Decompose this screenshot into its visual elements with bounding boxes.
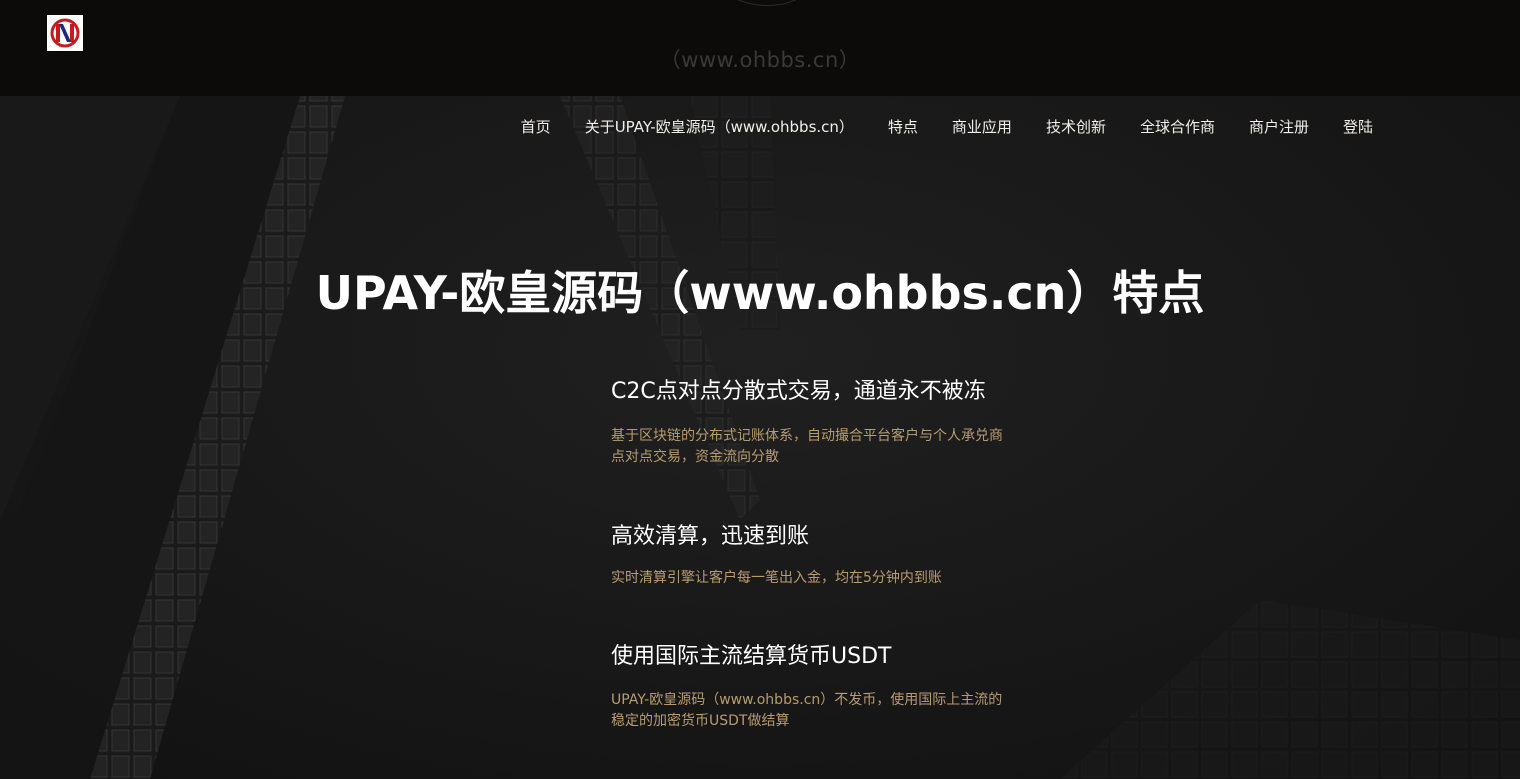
features-list: C2C点对点分散式交易，通道永不被冻 基于区块链的分布式记账体系，自动撮合平台客… [611,376,1016,732]
header-watermark: （www.ohbbs.cn） [659,48,861,72]
nav-item-partners[interactable]: 全球合作商 [1123,116,1232,137]
site-logo[interactable] [47,15,83,51]
feature-title: C2C点对点分散式交易，通道永不被冻 [611,379,986,404]
nav-item-home[interactable]: 首页 [504,116,568,137]
nav-item-login[interactable]: 登陆 [1326,116,1390,137]
feature-description: 实时清算引擎让客户每一笔出入金，均在5分钟内到账 [611,570,942,586]
feature-item: 使用国际主流结算货币USDT UPAY-欧皇源码（www.ohbbs.cn）不发… [611,641,1016,732]
nav-item-about[interactable]: 关于UPAY-欧皇源码（www.ohbbs.cn） [568,116,871,137]
nav-item-features[interactable]: 特点 [871,116,935,137]
nav-item-register[interactable]: 商户注册 [1232,116,1326,137]
top-header-bar: （www.ohbbs.cn） [0,0,1520,96]
main-nav: 首页 关于UPAY-欧皇源码（www.ohbbs.cn） 特点 商业应用 技术创… [504,116,1390,137]
feature-description: 基于区块链的分布式记账体系，自动撮合平台客户与个人承兑商点对点交易，资金流向分散 [611,428,1003,465]
decorative-arc [716,0,818,6]
feature-item: 高效清算，迅速到账 实时清算引擎让客户每一笔出入金，均在5分钟内到账 [611,521,1016,589]
logo-icon [47,15,83,51]
feature-title: 使用国际主流结算货币USDT [611,644,892,669]
feature-title: 高效清算，迅速到账 [611,524,810,549]
page-title: UPAY-欧皇源码（www.ohbbs.cn）特点 [315,265,1205,320]
feature-item: C2C点对点分散式交易，通道永不被冻 基于区块链的分布式记账体系，自动撮合平台客… [611,376,1016,468]
page: （www.ohbbs.cn） 首页 关于UPAY-欧皇源码（www.ohbbs.… [0,0,1520,779]
nav-item-business[interactable]: 商业应用 [935,116,1029,137]
feature-description: UPAY-欧皇源码（www.ohbbs.cn）不发币，使用国际上主流的稳定的加密… [611,692,1003,729]
nav-item-tech[interactable]: 技术创新 [1029,116,1123,137]
